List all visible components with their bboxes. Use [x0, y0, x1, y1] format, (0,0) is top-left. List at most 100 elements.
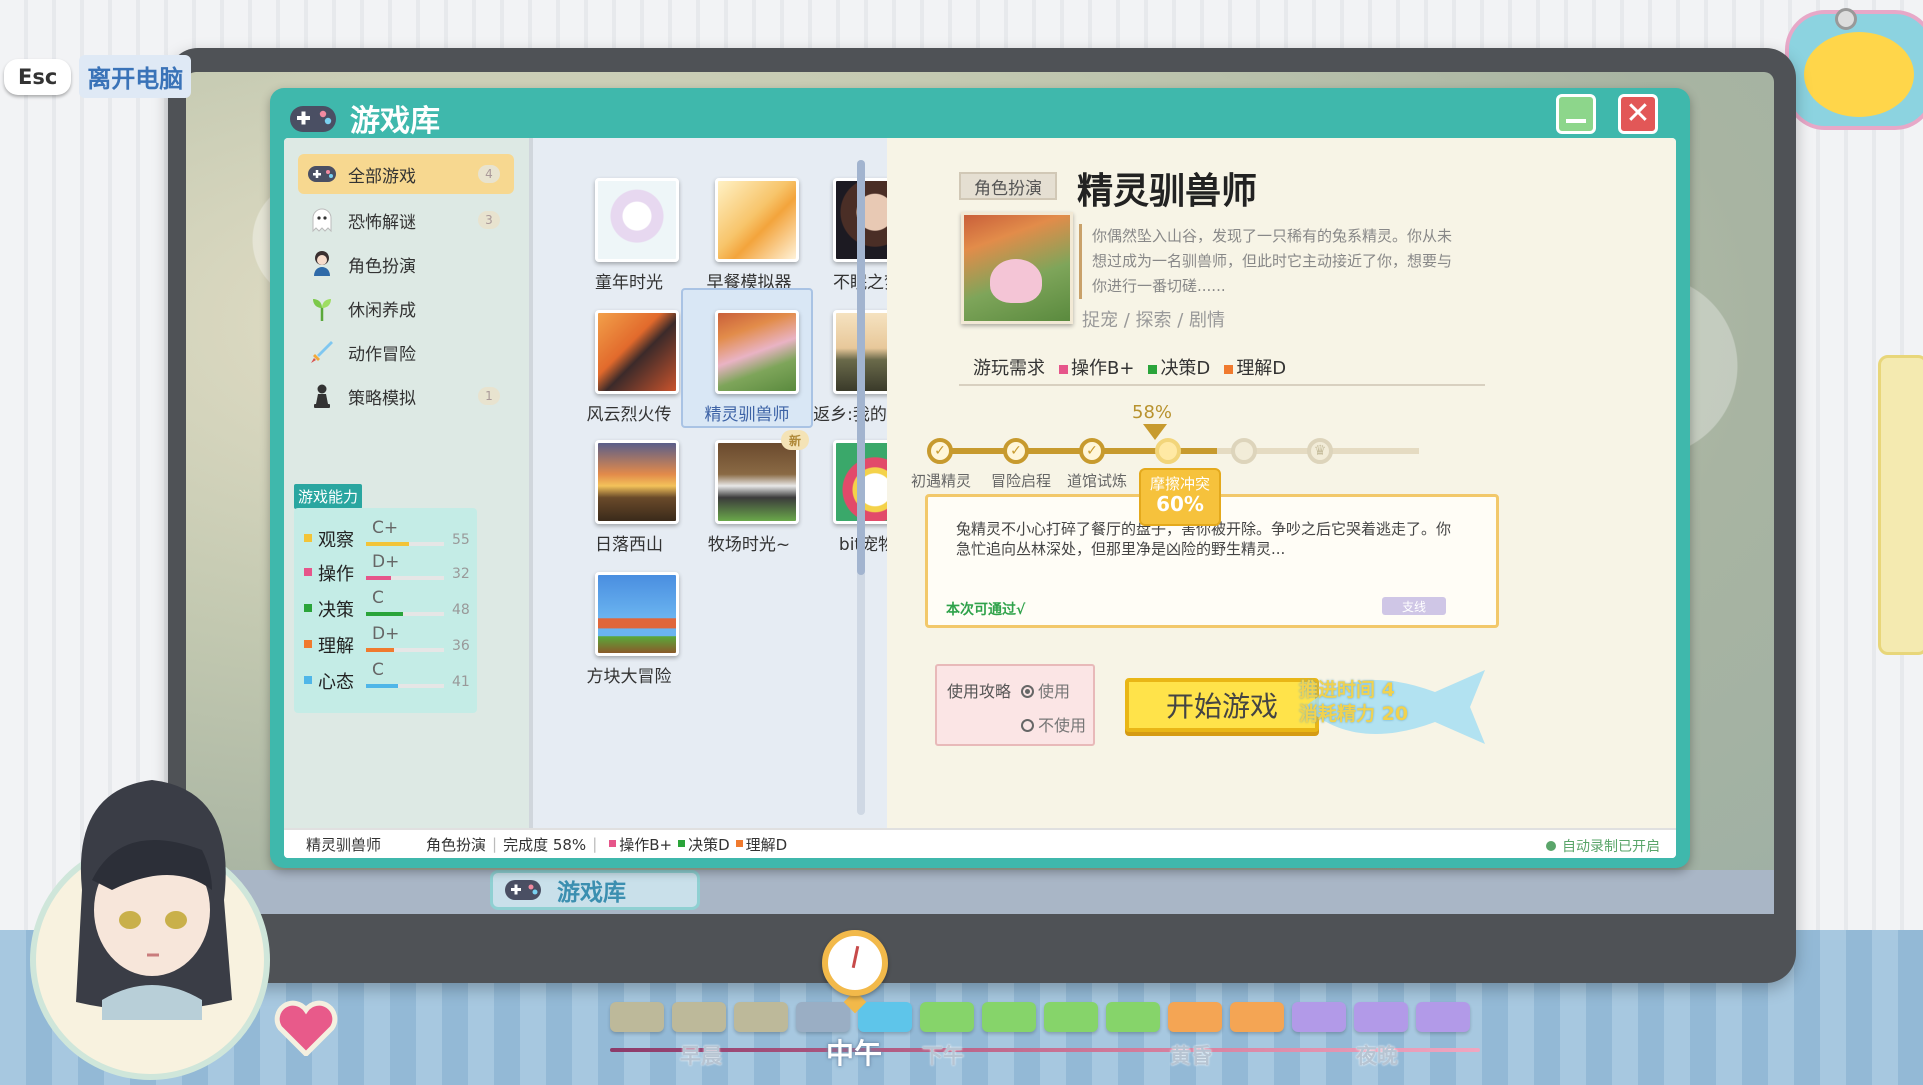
requirement-color-dot — [1148, 365, 1158, 374]
category-count-badge: 3 — [478, 211, 500, 229]
ability-color-dot — [304, 676, 312, 684]
game-title: 方块大冒险 — [586, 667, 672, 687]
leave-computer-label[interactable]: 离开电脑 — [79, 55, 192, 98]
ability-grade: C — [372, 588, 384, 608]
game-thumbnail — [595, 440, 679, 524]
taskbar — [186, 870, 1774, 914]
branch-badge: 支线 — [1382, 597, 1446, 615]
timeline-label-night: 夜晚 — [1356, 1044, 1398, 1068]
game-tile-sunset[interactable]: 日落西山 — [563, 420, 695, 560]
ability-name: 心态 — [318, 672, 354, 693]
requirement-color-dot — [735, 840, 743, 847]
ability-grade: C+ — [372, 518, 399, 538]
game-description: 你偶然坠入山谷，发现了一只稀有的兔系精灵。你从未想过成为一名驯兽师，但此时它主动… — [1079, 224, 1457, 299]
timeline-slot-afternoon — [982, 1002, 1036, 1032]
ability-value: 32 — [452, 566, 470, 582]
timeline-label-morning: 早晨 — [680, 1044, 722, 1068]
game-tile-block-adventure[interactable]: 方块大冒险 — [563, 552, 695, 692]
minimize-button[interactable] — [1556, 94, 1596, 134]
ability-color-dot — [304, 534, 312, 542]
status-game-name: 精灵驯兽师 — [306, 835, 382, 854]
sidebar-item-roleplay[interactable]: 角色扮演 — [298, 244, 514, 284]
game-tile-breakfast[interactable]: 早餐模拟器 — [683, 158, 815, 298]
start-game-button[interactable]: 开始游戏 — [1125, 678, 1319, 732]
game-genre-list: 捉宠 / 探索 / 剧情 — [1082, 310, 1226, 331]
guide-use-label: 使用 — [1038, 682, 1071, 701]
requirement-item: 操作B+ — [1059, 354, 1134, 380]
ability-color-dot — [304, 568, 312, 576]
guide-use-radio[interactable]: 使用 — [1021, 678, 1070, 702]
ability-value: 48 — [452, 602, 470, 618]
taskbar-tab-game-library[interactable]: 游戏库 — [490, 870, 700, 910]
stage-node-final: ♛ — [1307, 438, 1333, 464]
timeline-slot-dusk — [1168, 1002, 1222, 1032]
sidebar-item-action-adventure[interactable]: 动作冒险 — [298, 332, 514, 372]
game-tile-childhood[interactable]: 童年时光 — [563, 158, 695, 298]
ability-color-dot — [304, 604, 312, 612]
ability-color-dot — [304, 640, 312, 648]
clock-icon — [822, 930, 888, 996]
ability-name: 观察 — [318, 530, 354, 551]
gamepad-icon — [290, 106, 336, 132]
stage-node-completed: ✓ — [1003, 438, 1029, 464]
radio-selected-icon — [1021, 685, 1034, 698]
category-sidebar: 全部游戏 4 恐怖解谜 3 角色扮演 休闲养成 动作冒险 策略模拟 1 游戏能力… — [284, 138, 529, 828]
sidebar-item-horror-puzzle[interactable]: 恐怖解谜 3 — [298, 200, 514, 240]
ability-row-operate: 操作 D+ 32 — [304, 552, 470, 586]
sidebar-item-label: 全部游戏 — [348, 166, 416, 187]
category-count-badge: 4 — [478, 165, 500, 183]
side-note-panel[interactable] — [1878, 355, 1923, 655]
timeline-slot-noon — [796, 1002, 850, 1032]
game-thumbnail — [715, 178, 799, 262]
coin-icon — [1835, 8, 1857, 30]
stage-node-locked — [1231, 438, 1257, 464]
game-detail-panel: 角色扮演 精灵驯兽师 你偶然坠入山谷，发现了一只稀有的兔系精灵。你从未想过成为一… — [887, 138, 1676, 828]
sidebar-item-all-games[interactable]: 全部游戏 4 — [298, 154, 514, 194]
scrollbar-thumb[interactable] — [857, 160, 865, 575]
timeline-slot-morning — [672, 1002, 726, 1032]
crown-icon: ♛ — [1313, 443, 1327, 459]
requirement-item: 理解D — [1224, 354, 1286, 380]
window-title: 游戏库 — [350, 104, 440, 139]
abilities-title: 游戏能力 — [294, 484, 363, 509]
sprout-icon — [306, 292, 338, 324]
ability-value: 55 — [452, 532, 470, 548]
game-tile-ranch-time[interactable]: 牧场时光~ 新 — [683, 420, 815, 560]
leave-computer-control[interactable]: Esc 离开电脑 — [4, 55, 192, 98]
action-cost: 推进时间 4 消耗精力 20 — [1299, 678, 1408, 726]
piggy-bank-icon[interactable] — [1785, 10, 1923, 130]
timeline-bar — [610, 1048, 1480, 1052]
status-separator: | — [492, 835, 498, 853]
divider — [959, 384, 1485, 386]
status-genre: 角色扮演 — [426, 835, 487, 854]
timeline-slot-afternoon — [1044, 1002, 1098, 1032]
esc-key[interactable]: Esc — [4, 58, 72, 95]
window-titlebar[interactable]: 游戏库 — [288, 96, 440, 140]
sidebar-item-label: 动作冒险 — [348, 344, 416, 365]
game-grid-scrollbar[interactable] — [857, 160, 865, 815]
sidebar-item-casual[interactable]: 休闲养成 — [298, 288, 514, 328]
time-cost: 推进时间 4 — [1299, 679, 1395, 701]
game-tile-fire-legend[interactable]: 风云烈火传 — [563, 290, 695, 430]
stage-label: 初遇精灵 — [911, 472, 972, 490]
ability-bar — [366, 612, 444, 616]
timeline-label-afternoon: 下午 — [922, 1044, 964, 1068]
game-thumbnail — [715, 310, 799, 394]
ability-row-mentality: 心态 C 41 — [304, 660, 470, 694]
timeline-slot-night — [1354, 1002, 1408, 1032]
ability-row-understand: 理解 D+ 36 — [304, 624, 470, 658]
current-stage-label: 摩擦冲突 — [1149, 475, 1210, 493]
sidebar-item-strategy[interactable]: 策略模拟 1 — [298, 376, 514, 416]
status-req: 决策D — [688, 835, 730, 854]
current-stage-percent: 60% — [1156, 492, 1204, 516]
guide-not-use-radio[interactable]: 不使用 — [1021, 712, 1086, 736]
timeline-slot-afternoon — [1106, 1002, 1160, 1032]
game-tile-spirit-tamer[interactable]: 精灵驯兽师 — [681, 288, 813, 428]
game-title: 牧场时光~ — [707, 535, 791, 555]
close-button[interactable]: ✕ — [1618, 94, 1658, 134]
requirement-color-dot — [1224, 365, 1234, 374]
status-bar: 精灵驯兽师 角色扮演 | 完成度 58% | 操作B+ 决策D 理解D 自动录制已开… — [284, 828, 1676, 858]
ability-name: 决策 — [318, 600, 354, 621]
character-icon — [306, 248, 338, 280]
check-icon: ✓ — [1010, 443, 1022, 459]
